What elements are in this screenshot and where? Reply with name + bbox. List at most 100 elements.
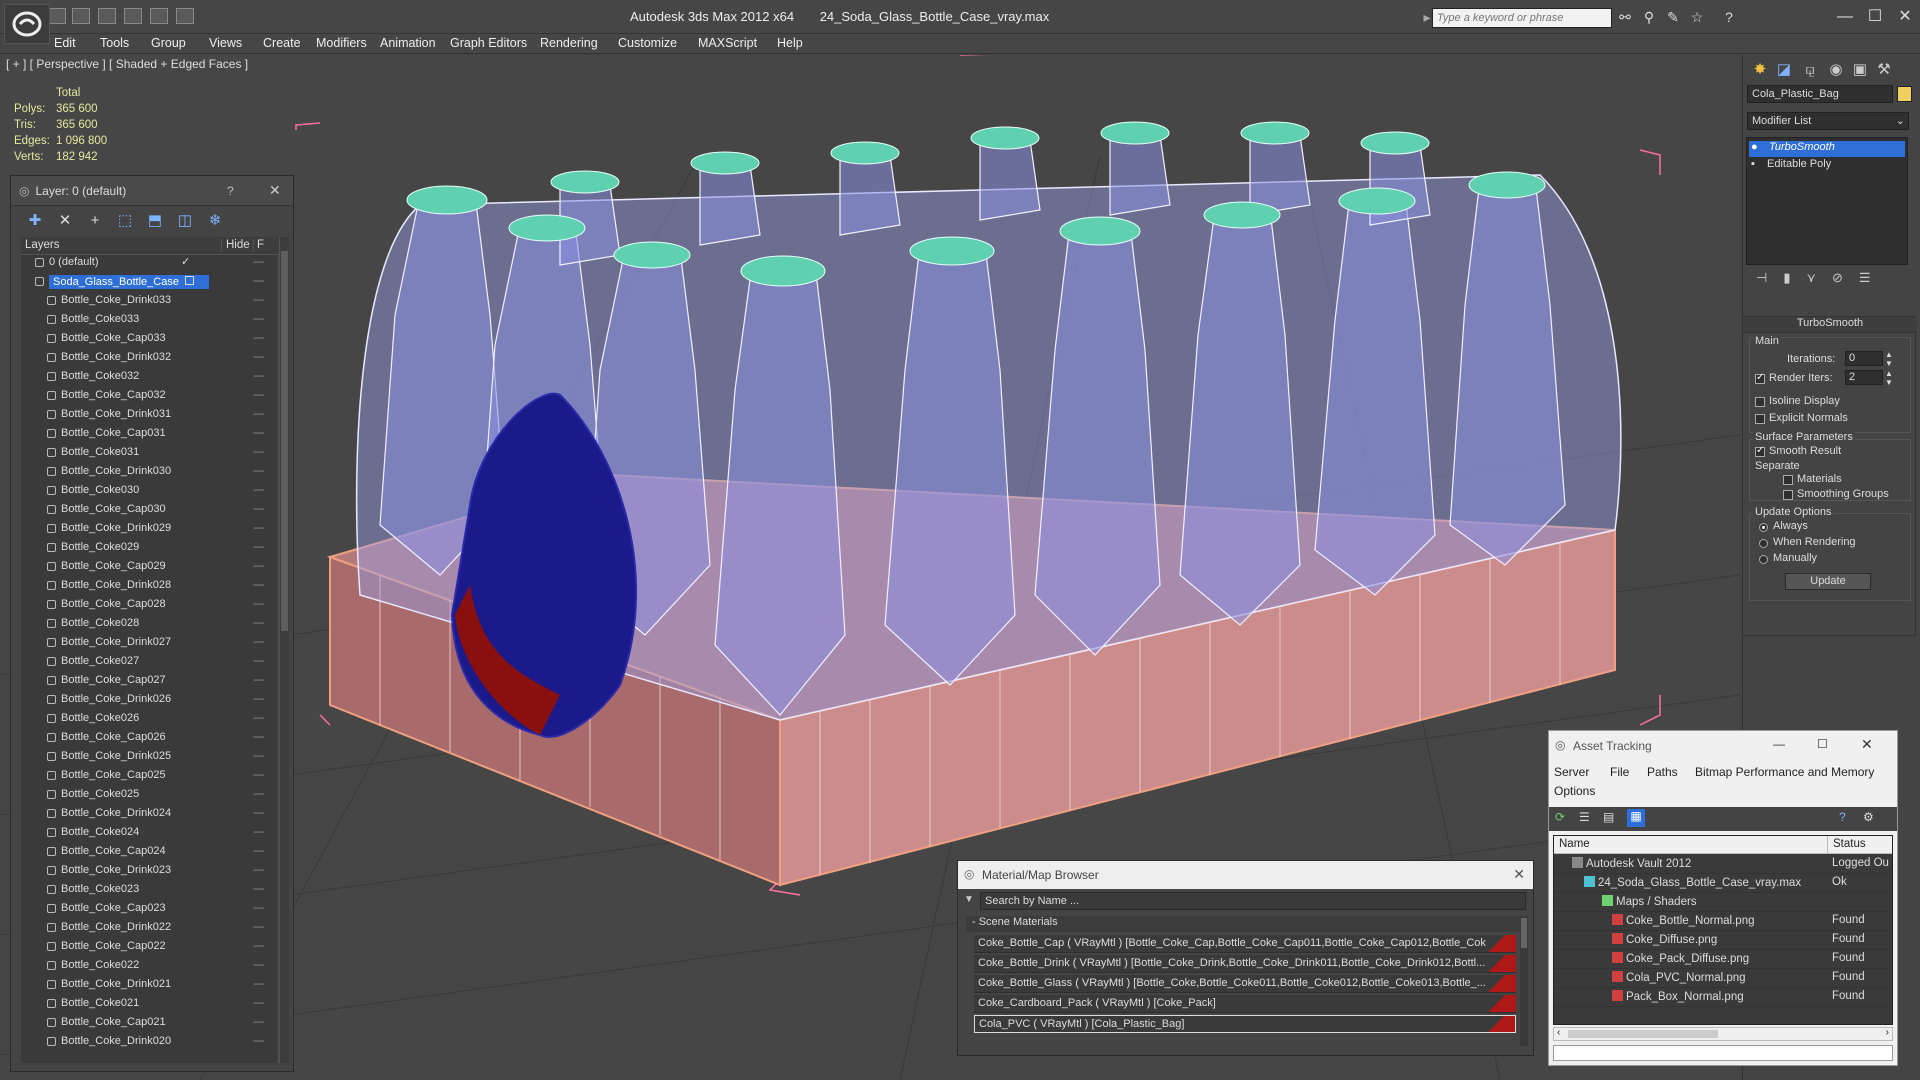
current-layer-check-icon[interactable]: ✓ bbox=[181, 255, 190, 268]
asset-table-hscrollbar[interactable]: ‹ › bbox=[1553, 1027, 1893, 1041]
layer-object-row[interactable]: Bottle_Coke_Cap029 ---- bbox=[21, 557, 277, 576]
scene-material-row[interactable]: Coke_Bottle_Drink ( VRayMtl ) [Bottle_Co… bbox=[974, 955, 1516, 973]
layer-object-row[interactable]: Bottle_Coke_Drink033 ---- bbox=[21, 291, 277, 310]
asset-row[interactable]: 24_Soda_Glass_Bottle_Case_vray.max Ok bbox=[1554, 874, 1892, 893]
utilities-tab-icon[interactable]: ⚒ bbox=[1873, 59, 1895, 81]
layer-list-scrollbar[interactable] bbox=[279, 237, 289, 1063]
menu-bitmap-performance[interactable]: Bitmap Performance and Memory bbox=[1695, 765, 1874, 779]
menu-help[interactable]: Help bbox=[777, 36, 803, 50]
freeze-column-header[interactable]: F bbox=[253, 239, 264, 251]
layer-object-row[interactable]: Bottle_Coke_Cap031 ---- bbox=[21, 424, 277, 443]
layer-object-row[interactable]: Bottle_Coke_Cap030 ---- bbox=[21, 500, 277, 519]
layer-object-row[interactable]: Bottle_Coke_Cap022 ---- bbox=[21, 937, 277, 956]
open-file-icon[interactable] bbox=[48, 8, 66, 24]
menu-customize[interactable]: Customize bbox=[618, 36, 677, 50]
motion-tab-icon[interactable]: ◉ bbox=[1825, 59, 1847, 81]
spinner-arrows-icon[interactable]: ▲ ▼ bbox=[1885, 369, 1893, 387]
stack-item-editable-poly[interactable]: ▪ Editable Poly bbox=[1749, 158, 1905, 174]
scroll-right-icon[interactable]: › bbox=[1886, 1027, 1889, 1038]
hide-toggle[interactable]: ---- bbox=[253, 389, 265, 401]
refresh-icon[interactable]: ⟳ bbox=[1555, 810, 1565, 824]
tools-icon[interactable]: ✎ bbox=[1664, 9, 1682, 25]
layer-object-row[interactable]: Bottle_Coke_Drink023 ---- bbox=[21, 861, 277, 880]
menu-options[interactable]: Options bbox=[1554, 784, 1595, 798]
configure-sets-icon[interactable]: ☰ bbox=[1859, 270, 1871, 292]
layer-object-row[interactable]: Bottle_Coke_Drink024 ---- bbox=[21, 804, 277, 823]
hide-toggle[interactable]: ---- bbox=[253, 351, 265, 363]
create-tab-icon[interactable]: ✸ bbox=[1749, 59, 1771, 81]
settings-icon[interactable]: ⚙ bbox=[1863, 810, 1874, 824]
menu-modifiers[interactable]: Modifiers bbox=[316, 36, 367, 50]
asset-row[interactable]: Autodesk Vault 2012 Logged Ou bbox=[1554, 855, 1892, 874]
hide-toggle[interactable]: ---- bbox=[253, 484, 265, 496]
hide-toggle[interactable]: ---- bbox=[253, 1035, 265, 1047]
asset-row[interactable]: Cola_PVC_Normal.png Found bbox=[1554, 969, 1892, 988]
layer-object-row[interactable]: Bottle_Coke_Cap025 ---- bbox=[21, 766, 277, 785]
layer-list[interactable]: 0 (default) ✓ ---- Soda_Glass_Bottle_Case --… bbox=[21, 255, 277, 1063]
render-iters-checkbox[interactable] bbox=[1755, 372, 1765, 384]
hide-column-header[interactable]: Hide bbox=[221, 239, 250, 251]
hide-toggle[interactable]: ---- bbox=[253, 788, 265, 800]
layer-object-row[interactable]: Bottle_Coke030 ---- bbox=[21, 481, 277, 500]
status-column-header[interactable]: Status bbox=[1828, 836, 1892, 854]
layer-help-button[interactable]: ? bbox=[227, 184, 234, 198]
remove-modifier-icon[interactable]: ⊘ bbox=[1832, 270, 1843, 292]
hide-toggle[interactable]: ---- bbox=[253, 313, 265, 325]
make-unique-icon[interactable]: ⋎ bbox=[1806, 270, 1816, 292]
layer-object-row[interactable]: Bottle_Coke_Drink032 ---- bbox=[21, 348, 277, 367]
minimize-button[interactable]: — bbox=[1830, 6, 1860, 28]
menu-graph-editors[interactable]: Graph Editors bbox=[450, 36, 527, 50]
hide-toggle[interactable]: ---- bbox=[253, 579, 265, 591]
object-color-swatch[interactable] bbox=[1897, 86, 1912, 102]
add-to-layer-icon[interactable]: + bbox=[85, 211, 105, 231]
modifier-list-dropdown[interactable]: Modifier List ⌄ bbox=[1747, 112, 1909, 130]
hide-toggle[interactable]: ---- bbox=[253, 1016, 265, 1028]
layer-row[interactable]: Soda_Glass_Bottle_Case ---- bbox=[21, 272, 277, 291]
hide-toggle[interactable]: ---- bbox=[253, 959, 265, 971]
scene-material-row[interactable]: Coke_Cardboard_Pack ( VRayMtl ) [Coke_Pa… bbox=[974, 995, 1516, 1013]
close-icon[interactable]: ✕ bbox=[1861, 736, 1873, 753]
hide-toggle[interactable]: ---- bbox=[253, 845, 265, 857]
pin-stack-icon[interactable]: ⊣ bbox=[1756, 270, 1767, 292]
list-view-icon[interactable]: ☰ bbox=[1579, 810, 1590, 824]
layer-object-row[interactable]: Bottle_Coke028 ---- bbox=[21, 614, 277, 633]
layer-object-row[interactable]: Bottle_Coke_Cap024 ---- bbox=[21, 842, 277, 861]
scene-materials-header[interactable]: - Scene Materials bbox=[966, 916, 1526, 932]
star-icon[interactable]: ☆ bbox=[1688, 9, 1706, 25]
menu-tools[interactable]: Tools bbox=[100, 36, 129, 50]
hide-toggle[interactable]: ---- bbox=[253, 256, 265, 268]
hide-toggle[interactable]: ---- bbox=[253, 598, 265, 610]
layer-object-row[interactable]: Bottle_Coke022 ---- bbox=[21, 956, 277, 975]
hide-toggle[interactable]: ---- bbox=[253, 427, 265, 439]
redo-icon[interactable] bbox=[124, 8, 142, 24]
maximize-button[interactable]: ☐ bbox=[1817, 737, 1828, 751]
modifier-stack[interactable]: ● TurboSmooth ▪ Editable Poly bbox=[1746, 137, 1908, 265]
scene-material-row[interactable]: Coke_Bottle_Cap ( VRayMtl ) [Bottle_Coke… bbox=[974, 935, 1516, 953]
save-file-icon[interactable] bbox=[72, 8, 90, 24]
hide-toggle[interactable]: ---- bbox=[253, 731, 265, 743]
layer-object-row[interactable]: Bottle_Coke_Cap032 ---- bbox=[21, 386, 277, 405]
display-tab-icon[interactable]: ▣ bbox=[1849, 59, 1871, 81]
app-logo-icon[interactable] bbox=[4, 4, 50, 44]
help-icon[interactable]: ? bbox=[1839, 810, 1846, 824]
scrollbar-thumb[interactable] bbox=[281, 251, 288, 631]
layer-object-row[interactable]: Bottle_Coke023 ---- bbox=[21, 880, 277, 899]
asset-tracking-titlebar[interactable]: ◎ Asset Tracking — ☐ ✕ bbox=[1549, 731, 1897, 761]
table-view-icon[interactable]: ▦ bbox=[1627, 809, 1645, 827]
detail-view-icon[interactable]: ▤ bbox=[1603, 810, 1614, 824]
hide-toggle[interactable]: ---- bbox=[253, 370, 265, 382]
layer-object-row[interactable]: Bottle_Coke_Drink030 ---- bbox=[21, 462, 277, 481]
menu-create[interactable]: Create bbox=[263, 36, 301, 50]
layer-object-row[interactable]: Bottle_Coke_Cap021 ---- bbox=[21, 1013, 277, 1032]
help-icon[interactable]: ? bbox=[1720, 9, 1738, 25]
hide-all-icon[interactable]: ◫ bbox=[175, 211, 195, 231]
freeze-all-icon[interactable]: ❄ bbox=[205, 211, 225, 231]
lightbulb-icon[interactable]: ● bbox=[1751, 141, 1758, 153]
keyword-search-input[interactable]: Type a keyword or phrase bbox=[1432, 8, 1612, 28]
hide-toggle[interactable]: ---- bbox=[253, 921, 265, 933]
smoothing-groups-checkbox[interactable] bbox=[1783, 490, 1793, 500]
spinner-arrows-icon[interactable]: ▲ ▼ bbox=[1885, 350, 1893, 368]
hide-toggle[interactable]: ---- bbox=[253, 503, 265, 515]
close-button[interactable]: ✕ bbox=[1890, 6, 1920, 28]
hierarchy-tab-icon[interactable]: ⚼ bbox=[1799, 59, 1821, 81]
